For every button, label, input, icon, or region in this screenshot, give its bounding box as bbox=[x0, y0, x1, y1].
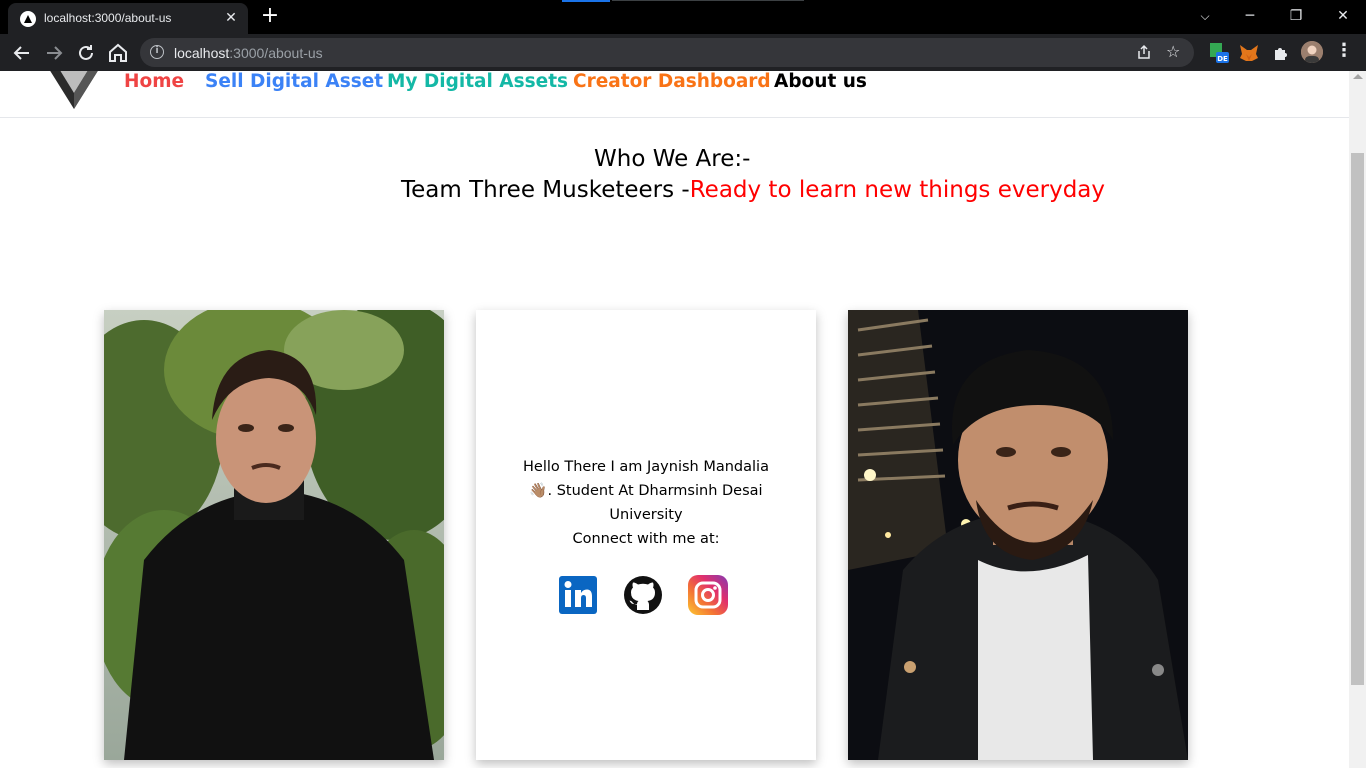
browser-tab[interactable]: localhost:3000/about-us ✕ bbox=[8, 3, 248, 34]
scrollbar-thumb[interactable] bbox=[1351, 153, 1364, 685]
bio-greeting: Hello There I am Jaynish Mandalia bbox=[523, 459, 769, 475]
titlebar-divider bbox=[612, 0, 804, 1]
member-photo-left bbox=[104, 310, 444, 760]
url-text: localhost:3000/about-us bbox=[174, 45, 323, 61]
nav-link-about-us[interactable]: About us bbox=[774, 71, 867, 92]
titlebar-accent bbox=[562, 0, 610, 2]
nav-link-home[interactable]: Home bbox=[124, 71, 184, 92]
share-icon[interactable] bbox=[1136, 44, 1152, 60]
profile-avatar[interactable] bbox=[1301, 41, 1323, 63]
instagram-icon[interactable] bbox=[688, 575, 728, 615]
bio-connect-label: Connect with me at: bbox=[572, 531, 720, 547]
linkedin-icon[interactable] bbox=[558, 575, 598, 615]
member-photo-right bbox=[848, 310, 1188, 760]
minimize-button[interactable]: ─ bbox=[1230, 4, 1270, 28]
forward-icon[interactable] bbox=[42, 41, 66, 65]
bookmark-star-icon[interactable]: ☆ bbox=[1166, 42, 1180, 61]
nav-link-sell-digital-asset[interactable]: Sell Digital Asset bbox=[205, 71, 383, 92]
home-icon[interactable] bbox=[106, 41, 130, 65]
team-name: Team Three Musketeers - bbox=[401, 177, 690, 203]
address-bar[interactable]: i localhost:3000/about-us ☆ bbox=[140, 38, 1194, 67]
scroll-up-arrow-icon[interactable] bbox=[1353, 74, 1363, 79]
bio-university: . Student At Dharmsinh Desai University bbox=[547, 483, 763, 523]
waving-hand-icon: 👋🏽 bbox=[529, 483, 548, 499]
member-bio-card: Hello There I am Jaynish Mandalia 👋🏽. St… bbox=[476, 310, 816, 760]
nav-link-my-digital-assets[interactable]: My Digital Assets bbox=[387, 71, 568, 92]
bio-card-body: Hello There I am Jaynish Mandalia 👋🏽. St… bbox=[476, 310, 816, 760]
extensions-puzzle-icon[interactable] bbox=[1270, 42, 1292, 64]
about-heading: Who We Are:- bbox=[594, 146, 751, 172]
tab-search-chevron-icon[interactable]: ⌵ bbox=[1185, 4, 1225, 28]
member-photo-right-image bbox=[848, 310, 1188, 760]
site-logo-icon[interactable] bbox=[44, 71, 104, 115]
close-window-button[interactable]: ✕ bbox=[1323, 4, 1363, 28]
bio-text: Hello There I am Jaynish Mandalia 👋🏽. St… bbox=[506, 455, 786, 551]
team-line: Team Three Musketeers -Ready to learn ne… bbox=[401, 177, 1105, 203]
browser-toolbar: i localhost:3000/about-us ☆ DE ⋮ bbox=[0, 34, 1366, 71]
browser-titlebar: localhost:3000/about-us ✕ + ⌵ ─ ❐ ✕ bbox=[0, 0, 1366, 34]
tab-close-icon[interactable]: ✕ bbox=[222, 9, 240, 27]
reload-icon[interactable] bbox=[74, 41, 98, 65]
nextjs-favicon-icon bbox=[20, 11, 36, 27]
page-viewport: Home Sell Digital Asset My Digital Asset… bbox=[0, 71, 1366, 768]
nav-link-creator-dashboard[interactable]: Creator Dashboard bbox=[573, 71, 771, 92]
tab-title: localhost:3000/about-us bbox=[44, 11, 172, 25]
metamask-fox-icon[interactable] bbox=[1238, 42, 1260, 64]
svg-text:DE: DE bbox=[1217, 55, 1228, 63]
github-icon[interactable] bbox=[623, 575, 663, 615]
browser-menu-icon[interactable]: ⋮ bbox=[1335, 40, 1353, 64]
back-icon[interactable] bbox=[10, 41, 34, 65]
team-tagline: Ready to learn new things everyday bbox=[689, 177, 1105, 203]
member-photo-left-image bbox=[104, 310, 444, 760]
site-navbar: Home Sell Digital Asset My Digital Asset… bbox=[0, 71, 1349, 118]
extension-de-icon[interactable]: DE bbox=[1208, 42, 1230, 64]
restore-button[interactable]: ❐ bbox=[1276, 4, 1316, 28]
new-tab-button[interactable]: + bbox=[258, 5, 282, 28]
site-info-icon[interactable]: i bbox=[150, 45, 164, 59]
